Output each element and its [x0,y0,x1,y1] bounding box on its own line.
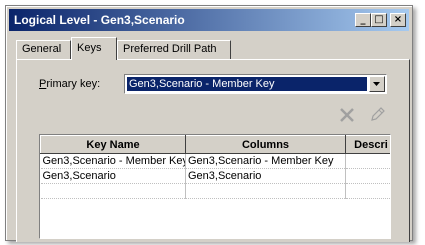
tab-keys[interactable]: Keys [71,37,117,60]
chevron-down-icon [373,82,380,86]
pencil-icon [371,107,385,121]
window-title: Logical Level - Gen3,Scenario [14,13,185,27]
minimize-button[interactable]: _ [355,13,371,27]
primary-key-selected-value: Gen3,Scenario - Member Key [126,76,368,92]
empty-cell[interactable] [40,183,186,199]
primary-key-label-text: rimary key: [46,78,101,90]
column-header-columns[interactable]: Columns [185,135,346,154]
title-bar[interactable]: Logical Level - Gen3,Scenario _ □ × [9,9,409,31]
maximize-button[interactable]: □ [371,13,387,27]
edit-key-button[interactable] [367,105,387,125]
cell-description[interactable] [345,153,390,169]
logical-level-dialog: Logical Level - Gen3,Scenario _ □ × Gene… [5,5,413,242]
keys-grid[interactable]: Key Name Columns Descri Gen3,Scenario - … [39,134,391,239]
cell-columns[interactable]: Gen3,Scenario [185,168,346,184]
table-row[interactable]: Gen3,Scenario Gen3,Scenario [40,168,390,184]
primary-key-select[interactable]: Gen3,Scenario - Member Key [124,74,387,94]
dropdown-button[interactable] [369,76,385,92]
cell-key-name[interactable]: Gen3,Scenario [40,168,186,184]
empty-row[interactable] [40,183,390,199]
empty-cell[interactable] [185,183,346,199]
table-row[interactable]: Gen3,Scenario - Member Key Gen3,Scenario… [40,153,390,169]
column-header-description[interactable]: Descri [345,135,390,154]
primary-key-label: Primary key: [39,78,100,90]
tab-general[interactable]: General [16,40,71,59]
empty-cell[interactable] [345,183,390,199]
delete-x-icon [340,108,354,122]
cell-description[interactable] [345,168,390,184]
delete-key-button[interactable] [337,105,357,125]
cell-columns[interactable]: Gen3,Scenario - Member Key [185,153,346,169]
close-button[interactable]: × [390,13,406,27]
cell-key-name[interactable]: Gen3,Scenario - Member Key [40,153,186,169]
keys-tab-panel: Primary key: Gen3,Scenario - Member Key [16,59,410,242]
column-header-key-name[interactable]: Key Name [40,135,186,154]
tab-preferred-drill-path[interactable]: Preferred Drill Path [117,40,231,59]
